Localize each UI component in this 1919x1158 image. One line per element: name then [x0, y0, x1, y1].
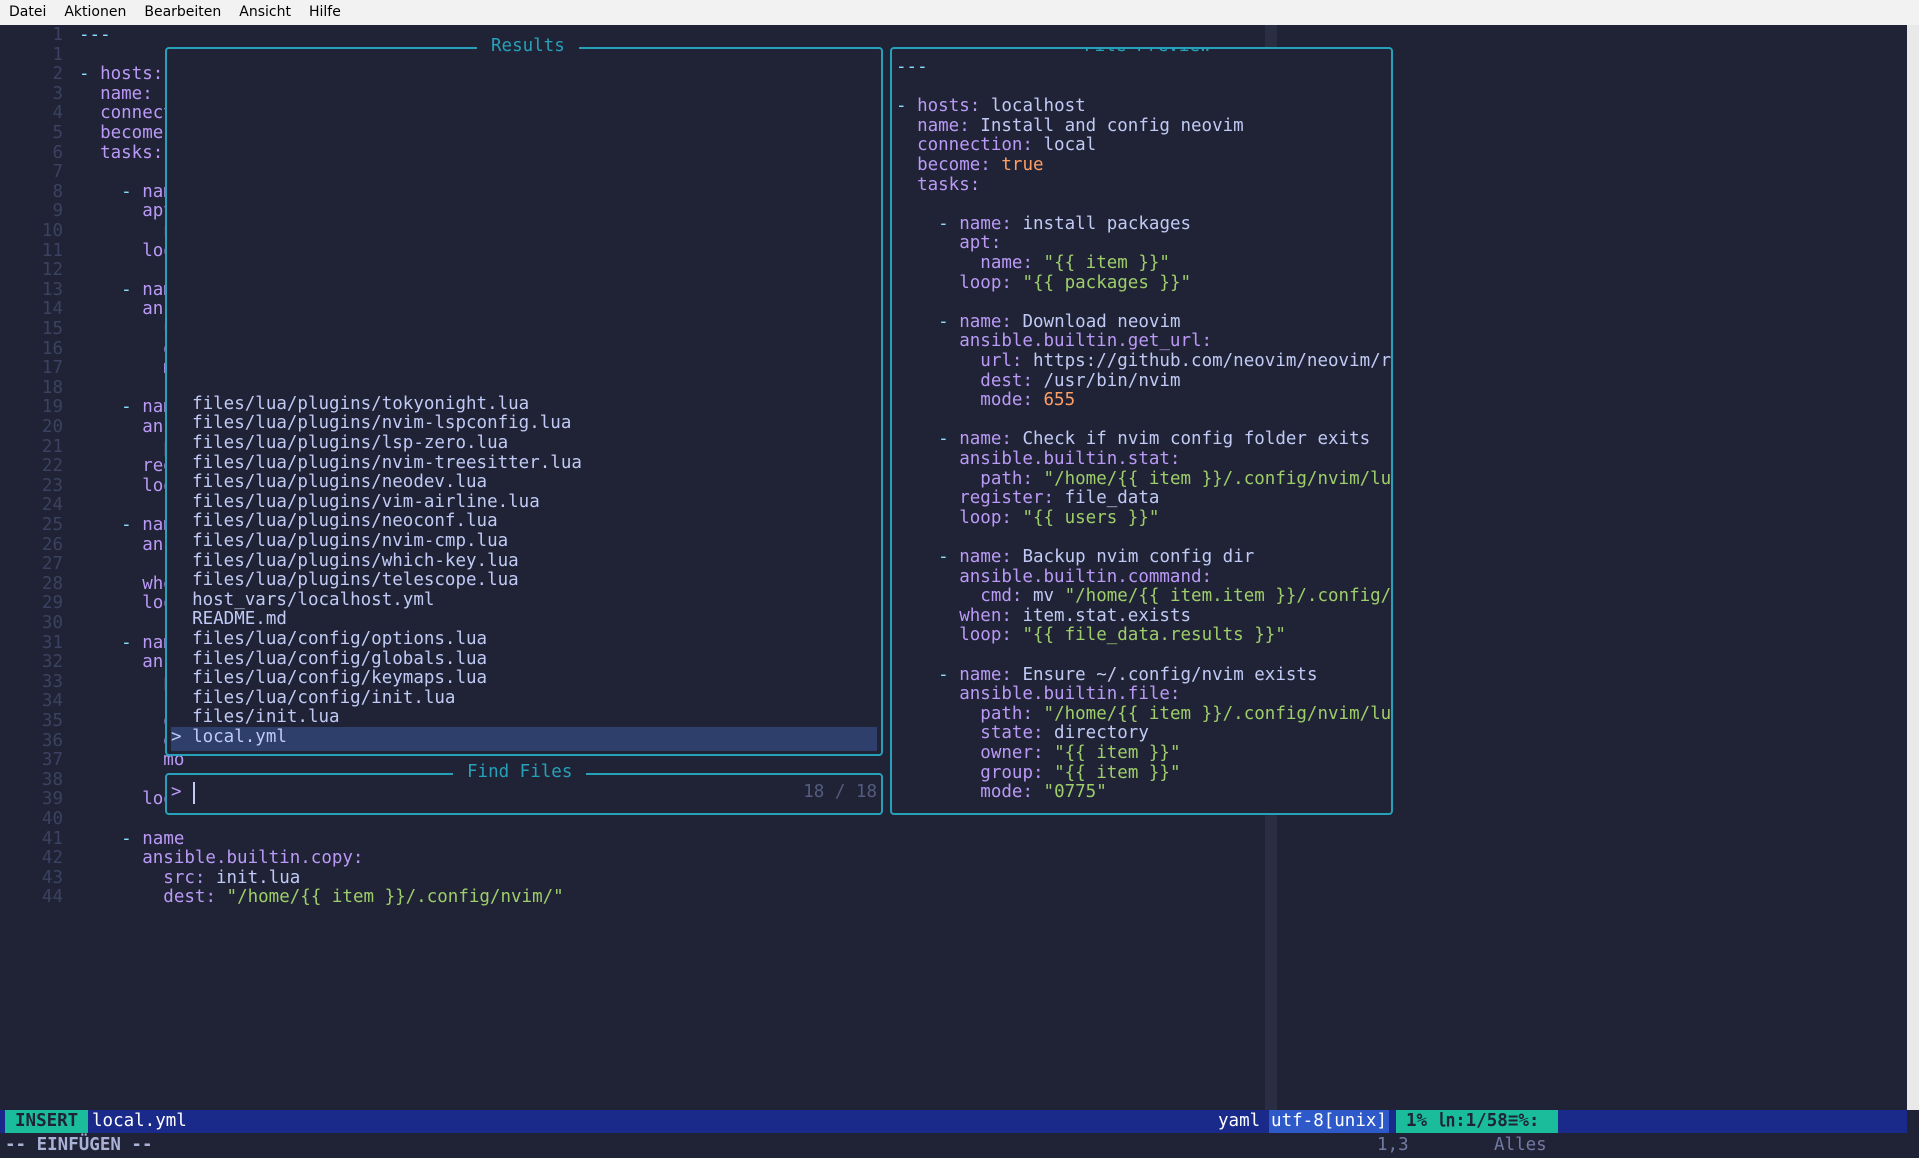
menu-item-datei[interactable]: Datei	[0, 0, 55, 20]
text-cursor	[193, 782, 195, 804]
file-preview-title: File Preview	[1070, 49, 1225, 56]
line-text: ---	[79, 25, 111, 45]
line-number: 2	[52, 64, 63, 85]
line-number: 21	[41, 436, 63, 457]
line-number: 33	[41, 671, 63, 692]
results-title: Results	[477, 36, 579, 56]
scroll-indicator: Alles	[1494, 1135, 1547, 1155]
line-number: 41	[41, 828, 63, 849]
line-text: dest: "/home/{{ item }}/.config/nvim/"	[163, 887, 564, 908]
line-number: 1	[52, 25, 63, 45]
preview-line: loop: "{{ file_data.results }}"	[959, 625, 1286, 646]
line-number: 30	[41, 613, 63, 633]
line-number: 23	[41, 475, 63, 496]
line-number: 4	[52, 103, 63, 124]
line-number: 6	[52, 142, 63, 163]
editor-line: 44 dest: "/home/{{ item }}/.config/nvim/…	[0, 887, 564, 911]
menu-item-ansicht[interactable]: Ansicht	[230, 0, 300, 20]
window-scrollbar[interactable]	[1907, 25, 1919, 1110]
results-panel: Results files/lua/plugins/tokyonight.lua…	[165, 36, 883, 756]
line-number: 40	[41, 809, 63, 829]
line-text: src: init.lua	[163, 867, 301, 888]
line-number: 34	[41, 691, 63, 712]
line-number: 32	[41, 652, 63, 673]
line-number: 16	[41, 338, 63, 359]
menu-item-bearbeiten[interactable]: Bearbeiten	[135, 0, 230, 20]
line-number: 25	[41, 515, 63, 535]
line-number: 19	[41, 397, 63, 418]
line-number: 7	[52, 162, 63, 183]
line-number: 31	[41, 632, 63, 653]
match-count: 18 / 18	[803, 782, 877, 802]
line-number: 29	[41, 593, 63, 614]
status-filename: local.yml	[92, 1111, 187, 1131]
status-encoding: utf-8[unix]	[1269, 1110, 1389, 1133]
line-number: 10	[41, 221, 63, 241]
line-number: 35	[41, 711, 63, 731]
line-text: ansible.builtin.copy:	[142, 848, 364, 869]
menu-item-hilfe[interactable]: Hilfe	[300, 0, 350, 20]
line-number: 1	[52, 44, 63, 65]
line-number: 3	[52, 83, 63, 104]
line-number: 26	[41, 534, 63, 555]
line-number: 39	[41, 789, 63, 810]
line-text: - name	[121, 828, 185, 849]
preview-line: tasks:	[917, 174, 981, 195]
line-number: 24	[41, 495, 63, 516]
line-number: 28	[41, 573, 63, 594]
status-filetype: yaml	[1218, 1111, 1261, 1131]
line-number: 42	[41, 848, 63, 869]
menu-item-aktionen[interactable]: Aktionen	[55, 0, 135, 20]
line-number: 20	[41, 417, 63, 437]
command-line: -- EINFÜGEN -- 1,3 Alles	[0, 1133, 1919, 1158]
menu-bar: Datei Aktionen Bearbeiten Ansicht Hilfe	[0, 0, 1919, 26]
line-number: 22	[41, 456, 63, 477]
status-position: 1% ㏑:1/58≡%:	[1396, 1110, 1558, 1133]
status-line: INSERT local.yml yaml utf-8[unix] 1% ㏑:1…	[0, 1110, 1907, 1133]
line-number: 9	[52, 201, 63, 222]
preview-line: ---	[896, 57, 928, 77]
mode-badge: INSERT	[5, 1110, 89, 1133]
line-number: 18	[41, 377, 63, 398]
line-number: 27	[41, 554, 63, 575]
find-files-panel: Find Files > 18 / 18	[165, 762, 883, 815]
result-item-selected[interactable]: > local.yml	[171, 727, 877, 751]
preview-line: mode: 655	[980, 390, 1076, 411]
line-number: 36	[41, 730, 63, 751]
preview-line: mode: "0775"	[980, 782, 1107, 803]
preview-line: loop: "{{ users }}"	[959, 507, 1160, 528]
line-number: 8	[52, 181, 63, 202]
mode-message: -- EINFÜGEN --	[5, 1135, 153, 1155]
file-preview-panel: File Preview ---- hosts: localhost name:…	[890, 47, 1393, 815]
preview-line: loop: "{{ packages }}"	[959, 272, 1192, 293]
line-number: 11	[41, 240, 63, 261]
line-number: 37	[41, 750, 63, 771]
find-prompt: >	[171, 782, 182, 802]
line-number: 5	[52, 123, 63, 143]
line-number: 15	[41, 319, 63, 339]
line-number: 14	[41, 299, 63, 320]
line-text: become:	[100, 123, 174, 143]
cursor-position: 1,3	[1377, 1135, 1409, 1155]
line-number: 13	[41, 279, 63, 300]
line-number: 38	[41, 769, 63, 790]
line-number: 17	[41, 358, 63, 379]
find-files-input[interactable]	[197, 779, 761, 807]
line-number: 44	[41, 887, 63, 908]
line-text: tasks:	[100, 142, 164, 163]
line-number: 12	[41, 260, 63, 281]
line-number: 43	[41, 867, 63, 888]
